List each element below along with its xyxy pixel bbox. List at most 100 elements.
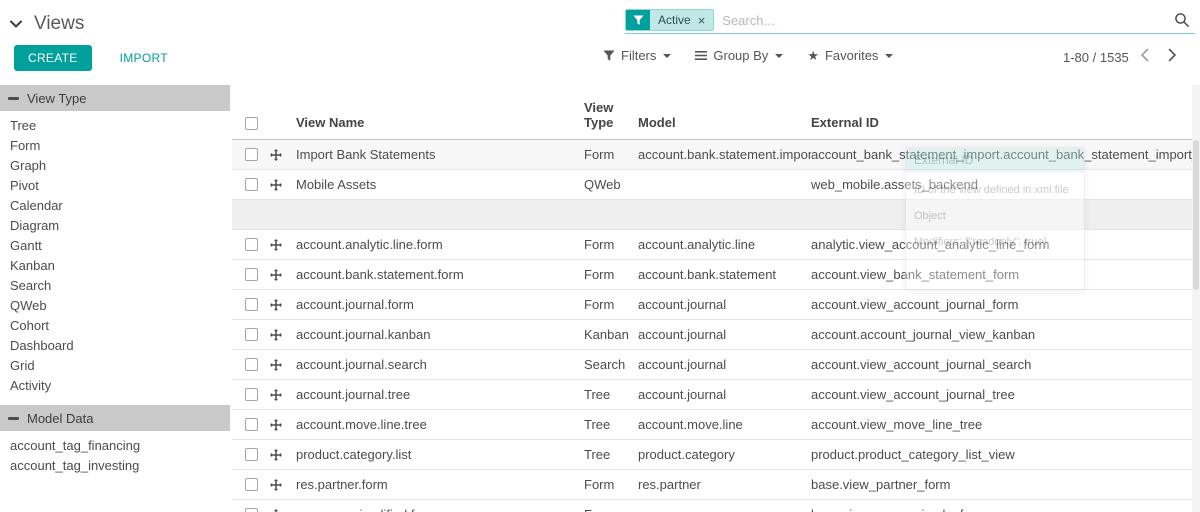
- sidebar-filter-item[interactable]: Grid: [0, 355, 230, 375]
- sidebar-section-header[interactable]: View Type: [0, 85, 230, 111]
- cell-view-type: Form: [584, 507, 638, 512]
- sidebar: View Type Tree Form Graph Pivot Calendar…: [0, 85, 230, 512]
- drag-handle-icon[interactable]: [270, 449, 282, 461]
- sidebar-filter-item[interactable]: account_tag_investing: [0, 455, 230, 475]
- row-checkbox[interactable]: [245, 178, 258, 191]
- table-row[interactable]: account.journal.tree Tree account.journa…: [232, 380, 1192, 410]
- table-row[interactable]: account.move.line.tree Tree account.move…: [232, 410, 1192, 440]
- row-checkbox[interactable]: [245, 418, 258, 431]
- cell-view-type: Form: [584, 237, 638, 252]
- sidebar-section-header[interactable]: Model Data: [0, 405, 230, 431]
- column-header-external-id[interactable]: External ID: [811, 115, 1192, 130]
- cell-external-id: account.view_account_journal_form: [811, 297, 1192, 312]
- sidebar-filter-item[interactable]: Dashboard: [0, 335, 230, 355]
- sidebar-filter-item[interactable]: Tree: [0, 115, 230, 135]
- table-row[interactable]: Mobile Assets QWeb web_mobile.assets_bac…: [232, 170, 1192, 200]
- table-row[interactable]: account.bank.statement.form Form account…: [232, 260, 1192, 290]
- cell-model: account.bank.statement.import: [638, 147, 811, 162]
- cell-view-type: Form: [584, 477, 638, 492]
- row-checkbox[interactable]: [245, 388, 258, 401]
- drag-handle-icon[interactable]: [270, 299, 282, 311]
- row-checkbox[interactable]: [245, 478, 258, 491]
- table-row[interactable]: [232, 200, 1192, 230]
- cell-view-name: res.users.simplified.form: [296, 507, 584, 512]
- sidebar-filter-item[interactable]: Activity: [0, 375, 230, 395]
- groupby-label: Group By: [713, 48, 768, 63]
- cell-external-id: account.view_account_journal_search: [811, 357, 1192, 372]
- cell-view-type: Form: [584, 267, 638, 282]
- pager-next-icon[interactable]: [1168, 48, 1177, 67]
- sidebar-section: Model Data account_tag_financing account…: [0, 405, 230, 475]
- drag-handle-icon[interactable]: [270, 419, 282, 431]
- drag-handle-icon[interactable]: [270, 509, 282, 512]
- row-checkbox[interactable]: [245, 268, 258, 281]
- sidebar-filter-item[interactable]: QWeb: [0, 295, 230, 315]
- table-row[interactable]: res.partner.form Form res.partner base.v…: [232, 470, 1192, 500]
- drag-handle-icon[interactable]: [270, 269, 282, 281]
- column-header-view-name[interactable]: View Name: [296, 115, 584, 130]
- filters-dropdown[interactable]: Filters: [603, 48, 671, 63]
- cell-model: res.partner: [638, 477, 811, 492]
- groupby-dropdown[interactable]: Group By: [695, 48, 783, 63]
- cell-external-id: base.view_partner_form: [811, 477, 1192, 492]
- row-checkbox[interactable]: [245, 328, 258, 341]
- sidebar-filter-item[interactable]: Form: [0, 135, 230, 155]
- drag-handle-icon[interactable]: [270, 149, 282, 161]
- table-row[interactable]: account.journal.form Form account.journa…: [232, 290, 1192, 320]
- search-icon[interactable]: [1174, 12, 1190, 28]
- drag-handle-icon[interactable]: [270, 329, 282, 341]
- table-header-cell: [232, 117, 270, 130]
- close-icon[interactable]: ×: [698, 14, 706, 27]
- sidebar-filter-item[interactable]: Search: [0, 275, 230, 295]
- row-checkbox-cell: [232, 448, 270, 461]
- row-checkbox[interactable]: [245, 298, 258, 311]
- vertical-scrollbar[interactable]: [1192, 85, 1200, 512]
- sidebar-filter-item[interactable]: Pivot: [0, 175, 230, 195]
- row-checkbox-cell: [232, 238, 270, 251]
- cell-view-name: account.journal.tree: [296, 387, 584, 402]
- scrollbar-thumb[interactable]: [1193, 140, 1199, 290]
- cell-external-id: account.view_account_journal_tree: [811, 387, 1192, 402]
- create-button[interactable]: CREATE: [14, 45, 92, 71]
- cell-view-name: account.journal.kanban: [296, 327, 584, 342]
- drag-handle-icon[interactable]: [270, 359, 282, 371]
- sidebar-filter-item[interactable]: Graph: [0, 155, 230, 175]
- pager-previous-icon[interactable]: [1140, 48, 1149, 67]
- sidebar-filter-item[interactable]: account_tag_financing: [0, 435, 230, 455]
- table-row[interactable]: product.category.list Tree product.categ…: [232, 440, 1192, 470]
- row-checkbox-cell: [232, 478, 270, 491]
- sidebar-filter-item[interactable]: Diagram: [0, 215, 230, 235]
- caret-down-icon: [775, 54, 783, 58]
- table-row[interactable]: account.analytic.line.form Form account.…: [232, 230, 1192, 260]
- table-row[interactable]: res.users.simplified.form Form res.users…: [232, 500, 1192, 512]
- select-all-checkbox[interactable]: [245, 117, 258, 130]
- drag-handle-icon[interactable]: [270, 479, 282, 491]
- import-button[interactable]: IMPORT: [120, 51, 168, 65]
- column-header-model[interactable]: Model: [638, 115, 811, 130]
- drag-handle-icon[interactable]: [270, 239, 282, 251]
- cell-view-name: account.journal.search: [296, 357, 584, 372]
- breadcrumb: Views: [10, 13, 84, 35]
- drag-handle-icon[interactable]: [270, 179, 282, 191]
- table-row[interactable]: Import Bank Statements Form account.bank…: [232, 140, 1192, 170]
- sidebar-filter-item[interactable]: Cohort: [0, 315, 230, 335]
- sidebar-filter-item[interactable]: Gantt: [0, 235, 230, 255]
- table-row[interactable]: account.journal.kanban Kanban account.jo…: [232, 320, 1192, 350]
- group-by-icon: [695, 50, 707, 61]
- search-bar: Active ×: [625, 7, 1195, 34]
- favorites-dropdown[interactable]: ★ Favorites: [807, 48, 893, 63]
- row-checkbox[interactable]: [245, 238, 258, 251]
- row-checkbox[interactable]: [245, 508, 258, 512]
- row-checkbox[interactable]: [245, 148, 258, 161]
- sidebar-filter-item[interactable]: Calendar: [0, 195, 230, 215]
- row-checkbox[interactable]: [245, 358, 258, 371]
- page-title: Views: [34, 13, 84, 35]
- table-row[interactable]: account.journal.search Search account.jo…: [232, 350, 1192, 380]
- drag-handle-icon[interactable]: [270, 389, 282, 401]
- search-input[interactable]: [714, 13, 1174, 28]
- chevron-down-icon[interactable]: [10, 20, 22, 28]
- sidebar-filter-item[interactable]: Kanban: [0, 255, 230, 275]
- column-header-view-type[interactable]: View Type: [584, 100, 638, 130]
- row-checkbox[interactable]: [245, 448, 258, 461]
- row-drag-cell: [270, 479, 296, 491]
